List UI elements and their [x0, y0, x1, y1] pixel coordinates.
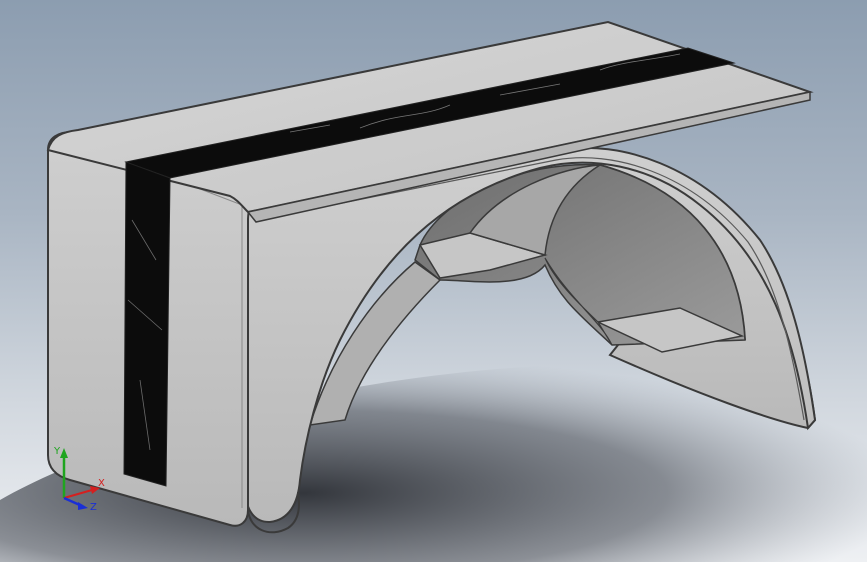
y-axis-label: Y [53, 446, 61, 457]
y-axis-arrow-icon [60, 448, 68, 458]
model-scene[interactable] [0, 0, 867, 562]
graphics-viewport[interactable]: Y X Z [0, 0, 867, 562]
z-axis-arrow-icon [78, 502, 88, 510]
x-axis-label: X [98, 478, 105, 489]
axis-triad: Y X Z [53, 446, 105, 512]
x-axis-line [63, 489, 93, 499]
z-axis-label: Z [90, 502, 97, 512]
marble-inlay-side[interactable] [123, 161, 171, 487]
